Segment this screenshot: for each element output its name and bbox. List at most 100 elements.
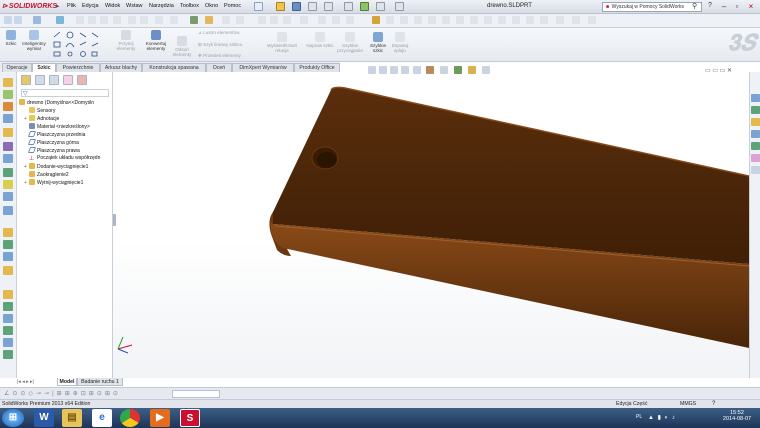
toolbar-icon[interactable] (14, 16, 22, 24)
help-search-input[interactable]: ☻ Wyszukaj w Pomocy SolidWorks (602, 2, 702, 12)
command-input[interactable] (172, 390, 220, 398)
tab-szkic[interactable]: Szkic (32, 63, 56, 72)
tree-item-plane-right[interactable]: Płaszczyzna prawa (24, 147, 80, 154)
toolbar-icon[interactable] (346, 16, 354, 24)
display-style-icon[interactable] (426, 66, 434, 74)
solidworks-taskbar-icon[interactable]: S (180, 409, 200, 427)
toolbar-icon[interactable] (498, 16, 506, 24)
panel-collapse-handle[interactable] (113, 214, 116, 226)
minimize-button[interactable]: – (718, 1, 730, 12)
sketch-button[interactable]: Szkic (2, 30, 20, 46)
toolbar-icon[interactable] (4, 16, 12, 24)
tool-icon[interactable] (3, 78, 13, 87)
ie-taskbar-icon[interactable]: e (92, 409, 112, 427)
menu-wstaw[interactable]: Wstaw (126, 3, 143, 9)
explorer-taskbar-icon[interactable]: ▤ (62, 409, 82, 427)
configuration-manager-tab-icon[interactable] (49, 75, 59, 85)
smart-dimension-button[interactable]: Inteligentny wymiar (20, 30, 48, 51)
tree-item-fillet[interactable]: Zaokrąglenie2 (24, 171, 69, 178)
toolbar-icon[interactable] (372, 16, 380, 24)
toolbar-icon[interactable] (588, 16, 596, 24)
toolbar-icon[interactable] (400, 16, 408, 24)
toolbar-icon[interactable] (442, 16, 450, 24)
toolbar-icon[interactable] (283, 16, 291, 24)
tree-item-plane-top[interactable]: Płaszczyzna górna (24, 139, 79, 146)
tool-icon[interactable] (3, 180, 13, 189)
start-button[interactable]: ⊞ (2, 409, 24, 427)
toolbar-icon[interactable] (318, 16, 326, 24)
tab-dimxpert[interactable]: DimXpert Wymiarów (232, 63, 294, 72)
graphics-area[interactable]: ▭ ▭ ▭ ✕ (113, 68, 750, 378)
menu-pomoc[interactable]: Pomoc (224, 3, 241, 9)
tool-icon[interactable] (3, 326, 13, 335)
tool-icon[interactable] (3, 228, 13, 237)
tree-item-sensory[interactable]: Sensory (24, 107, 55, 114)
tree-filter-input[interactable]: ▽ (21, 89, 109, 97)
chrome-taskbar-icon[interactable] (120, 409, 140, 427)
sketch-tool-icons[interactable]: ∠⊙⊙◇⊸⊸|⊞⊞⊕⊡⊞⊙⊞⊙ (4, 390, 164, 398)
toolbar-icon[interactable] (456, 16, 464, 24)
task-pane-icon[interactable] (751, 118, 760, 126)
toolbar-icon[interactable] (512, 16, 520, 24)
quick-snaps-button[interactable]: Szybkie przyciąganie (334, 32, 366, 53)
tree-item-origin[interactable]: ⊥ Początek układu współrzędn (24, 155, 100, 162)
close-button[interactable]: × (745, 1, 757, 12)
tab-operacje[interactable]: Operacje (2, 63, 32, 72)
fit-spline-button[interactable]: Dopasuj splajn (388, 32, 412, 53)
tool-icon[interactable] (3, 338, 13, 347)
tree-item-material[interactable]: Materiał <niezkreślony> (24, 123, 90, 130)
word-taskbar-icon[interactable]: W (34, 409, 54, 427)
tool-icon[interactable] (3, 302, 13, 311)
rotate-icon[interactable] (113, 16, 121, 24)
view-orientation-icon[interactable] (413, 66, 421, 74)
tree-item-cut-extrude[interactable]: + Wytnij-wyciągnięcie1 (24, 179, 83, 186)
tool-icon[interactable] (3, 240, 13, 249)
tab-ocen[interactable]: Oceń (206, 63, 232, 72)
apply-scene-icon[interactable] (468, 66, 476, 74)
trim-entities-button[interactable]: Przytnij elementy (112, 30, 140, 51)
menu-widok[interactable]: Widok (105, 3, 120, 9)
tree-item-plane-front[interactable]: Płaszczyzna przednia (24, 131, 85, 138)
menu-toolbox[interactable]: Toolbox (180, 3, 199, 9)
linear-pattern-button[interactable]: ⊞ Szyk liniowy szkicu (198, 42, 258, 47)
toolbar-icon[interactable] (484, 16, 492, 24)
options-icon[interactable] (395, 2, 404, 11)
menu-plik[interactable]: Plik (67, 3, 76, 9)
toolbar-icon[interactable] (470, 16, 478, 24)
zoom-area-icon[interactable] (379, 66, 387, 74)
pan-icon[interactable] (100, 16, 108, 24)
part-model[interactable] (113, 72, 750, 378)
search-icon[interactable]: ⚲ (692, 2, 697, 10)
previous-view-icon[interactable] (390, 66, 398, 74)
scene-icon[interactable] (205, 16, 213, 24)
property-manager-tab-icon[interactable] (35, 75, 45, 85)
units-label[interactable]: MMGS (680, 401, 696, 407)
toolbar-icon[interactable] (540, 16, 548, 24)
tool-icon[interactable] (3, 206, 13, 215)
select-icon[interactable] (344, 2, 353, 11)
section-view-icon[interactable] (401, 66, 409, 74)
tab-arkusz-blachy[interactable]: Arkusz blachy (100, 63, 142, 72)
tool-icon[interactable] (3, 168, 13, 177)
save-icon[interactable] (292, 2, 301, 11)
tool-icon[interactable] (3, 90, 13, 99)
task-pane-icon[interactable] (751, 154, 760, 162)
clock[interactable]: 15:52 2014-08-07 (722, 410, 752, 422)
menu-edycja[interactable]: Edycja (82, 3, 99, 9)
tab-scroll-arrows[interactable]: |◂ ◂ ▸ ▸| (17, 379, 55, 386)
view-icon[interactable] (128, 16, 136, 24)
task-pane-icon[interactable] (751, 130, 760, 138)
hide-show-items-icon[interactable] (440, 66, 448, 74)
toolbar-icon[interactable] (300, 16, 308, 24)
help-icon[interactable]: ? (708, 2, 712, 9)
task-pane-icon[interactable] (751, 106, 760, 114)
display-relations-button[interactable]: Wyświetl/Usuń relacje (266, 32, 298, 53)
tree-root[interactable]: drewno (Domyślna<<Domyśln (19, 99, 94, 106)
task-pane-icon[interactable] (751, 142, 760, 150)
dimxpert-manager-tab-icon[interactable] (63, 75, 73, 85)
mirror-entities-button[interactable]: ⊿ Lustro elementów (198, 30, 258, 35)
task-pane-icon[interactable] (751, 94, 760, 102)
toolbar-icon[interactable] (556, 16, 564, 24)
select-filter-icon[interactable] (33, 16, 41, 24)
print-icon[interactable] (308, 2, 317, 11)
